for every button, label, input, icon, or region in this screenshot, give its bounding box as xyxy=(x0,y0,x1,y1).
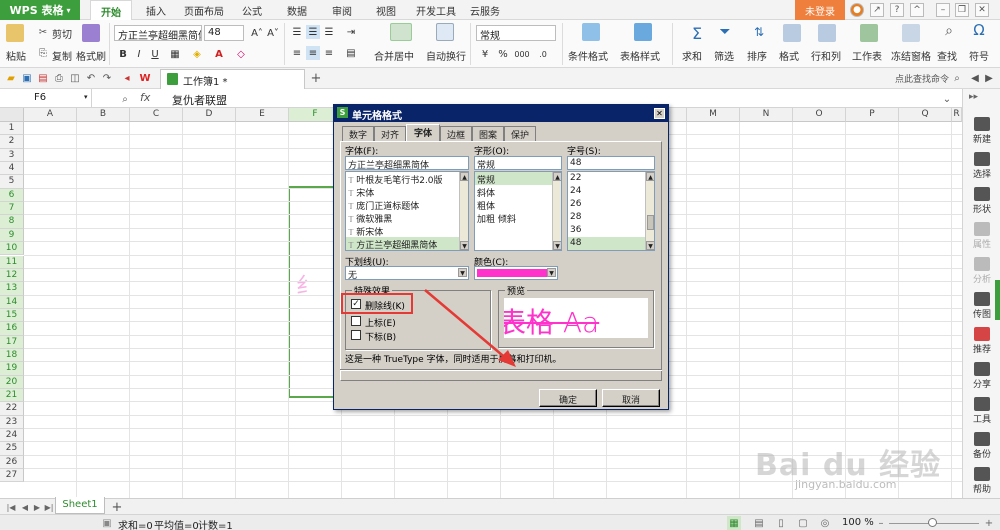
annotation-arrow xyxy=(424,289,516,367)
annotation-arrow-line xyxy=(424,289,509,361)
